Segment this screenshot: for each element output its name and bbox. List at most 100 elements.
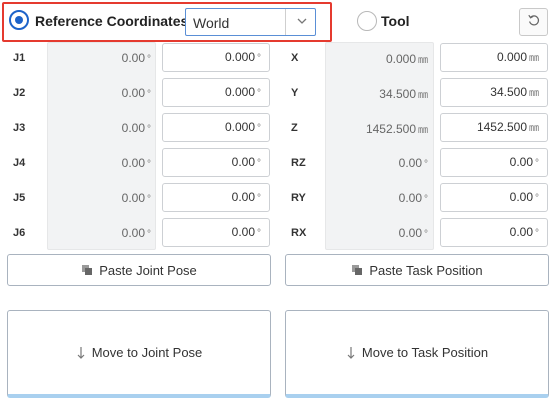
task-current-value: 34.500 ㎜: [328, 86, 428, 101]
joints-axis-label: J2: [13, 87, 26, 99]
unit-label: ㎜: [529, 88, 539, 99]
unit-label: °: [535, 193, 539, 204]
move-down-arrow-icon: [76, 346, 86, 360]
unit-label: °: [424, 229, 428, 240]
move-to-task-position-label: Move to Task Position: [361, 345, 489, 360]
joints-target-input[interactable]: 0.000 °: [162, 113, 270, 142]
task-current-value: 0.00 °: [328, 191, 428, 205]
joints-axis-label: J6: [13, 227, 26, 239]
joints-current-value: 0.00 °: [51, 51, 151, 65]
task-target-input[interactable]: 0.00 °: [440, 218, 548, 247]
unit-label: °: [147, 159, 151, 170]
target-number: 0.00: [231, 190, 255, 204]
joints-current-value: 0.00 °: [51, 86, 151, 100]
task-axis-label: RX: [291, 227, 307, 239]
task-current-value: 1452.500 ㎜: [328, 121, 428, 136]
joints-current-value: 0.00 °: [51, 121, 151, 135]
paste-task-position-button[interactable]: Paste Task Position: [285, 254, 549, 286]
unit-label: °: [257, 193, 261, 204]
current-number: 0.00: [398, 191, 422, 205]
paste-icon: [81, 264, 93, 276]
task-axis-label: Z: [291, 122, 298, 134]
coordinate-frame-value: World: [193, 15, 230, 31]
joints-target-input[interactable]: 0.000 °: [162, 78, 270, 107]
current-number: 0.00: [121, 156, 145, 170]
unit-label: °: [257, 53, 261, 64]
task-target-input[interactable]: 0.00 °: [440, 148, 548, 177]
unit-label: °: [147, 229, 151, 240]
unit-label: °: [257, 228, 261, 239]
current-number: 34.500: [379, 87, 416, 101]
task-target-input[interactable]: 0.00 °: [440, 183, 548, 212]
task-current-value: 0.00 °: [328, 156, 428, 170]
task-target-input[interactable]: 1452.500 ㎜: [440, 113, 548, 142]
target-number: 0.000: [224, 50, 255, 64]
unit-label: °: [535, 158, 539, 169]
unit-label: °: [147, 194, 151, 205]
select-divider: [285, 9, 286, 35]
unit-label: ㎜: [418, 90, 428, 101]
task-target-input[interactable]: 34.500 ㎜: [440, 78, 548, 107]
current-number: 0.00: [121, 191, 145, 205]
current-number: 0.00: [121, 51, 145, 65]
task-current-column: [325, 42, 434, 250]
target-number: 0.00: [509, 225, 533, 239]
target-number: 1452.500: [476, 120, 527, 134]
paste-joint-pose-button[interactable]: Paste Joint Pose: [7, 254, 271, 286]
joints-target-input[interactable]: 0.00 °: [162, 183, 270, 212]
tool-label: Tool: [381, 13, 410, 29]
joints-target-input[interactable]: 0.000 °: [162, 43, 270, 72]
current-number: 0.000: [385, 52, 416, 66]
reference-coordinates-radio[interactable]: [9, 10, 29, 30]
unit-label: °: [147, 54, 151, 65]
unit-label: °: [535, 228, 539, 239]
task-axis-label: RZ: [291, 157, 306, 169]
reference-coordinates-label: Reference Coordinates: [35, 13, 189, 29]
paste-joint-pose-label: Paste Joint Pose: [99, 262, 197, 278]
joints-axis-label: J1: [13, 52, 26, 64]
unit-label: °: [424, 159, 428, 170]
joints-current-value: 0.00 °: [51, 191, 151, 205]
unit-label: ㎜: [418, 55, 428, 66]
task-current-value: 0.000 ㎜: [328, 51, 428, 66]
unit-label: °: [424, 194, 428, 205]
move-to-task-position-button[interactable]: Move to Task Position: [285, 310, 549, 398]
target-number: 0.00: [231, 155, 255, 169]
unit-label: ㎜: [529, 123, 539, 134]
joints-target-input[interactable]: 0.00 °: [162, 148, 270, 177]
joint-current-column: [47, 42, 156, 250]
move-down-arrow-icon: [346, 346, 356, 360]
paste-icon: [351, 264, 363, 276]
current-number: 0.00: [121, 121, 145, 135]
target-number: 0.00: [231, 225, 255, 239]
unit-label: °: [257, 88, 261, 99]
tool-radio[interactable]: [357, 11, 377, 31]
joints-target-input[interactable]: 0.00 °: [162, 218, 270, 247]
unit-label: ㎜: [529, 53, 539, 64]
joints-axis-label: J3: [13, 122, 26, 134]
task-axis-label: X: [291, 52, 299, 64]
target-number: 0.000: [224, 85, 255, 99]
current-number: 0.00: [121, 86, 145, 100]
target-number: 0.00: [509, 190, 533, 204]
current-number: 0.00: [398, 156, 422, 170]
joints-current-value: 0.00 °: [51, 226, 151, 240]
unit-label: °: [147, 89, 151, 100]
unit-label: °: [147, 124, 151, 135]
chevron-down-icon: [296, 11, 308, 36]
unit-label: °: [257, 158, 261, 169]
paste-task-position-label: Paste Task Position: [369, 262, 483, 278]
reset-button[interactable]: [519, 8, 548, 36]
target-number: 0.000: [496, 50, 527, 64]
move-to-joint-pose-label: Move to Joint Pose: [91, 345, 203, 360]
move-to-joint-pose-button[interactable]: Move to Joint Pose: [7, 310, 271, 398]
joints-current-value: 0.00 °: [51, 156, 151, 170]
coordinate-frame-select[interactable]: World: [185, 8, 316, 36]
task-target-input[interactable]: 0.000 ㎜: [440, 43, 548, 72]
joints-axis-label: J4: [13, 157, 26, 169]
target-number: 0.00: [509, 155, 533, 169]
current-number: 0.00: [121, 226, 145, 240]
current-number: 1452.500: [365, 122, 416, 136]
task-axis-label: Y: [291, 87, 299, 99]
task-current-value: 0.00 °: [328, 226, 428, 240]
